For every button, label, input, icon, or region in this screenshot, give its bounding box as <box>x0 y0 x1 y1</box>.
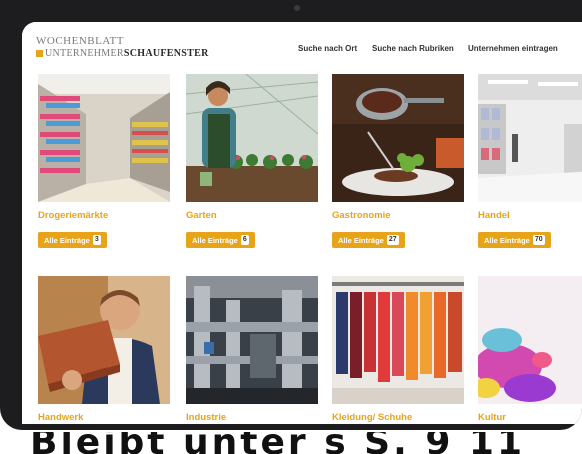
browser-screen: WOCHENBLATT UNTERNEHMERSCHAUFENSTER Such… <box>22 22 582 424</box>
category-label[interactable]: Drogeriemärkte <box>38 210 108 221</box>
category-image-handel[interactable] <box>478 74 582 202</box>
category-label[interactable]: Industrie <box>186 412 226 423</box>
tablet-frame: WOCHENBLATT UNTERNEHMERSCHAUFENSTER Such… <box>0 0 582 430</box>
logo-line-2a: UNTERNEHMER <box>45 48 124 59</box>
category-image-industrie[interactable] <box>186 276 318 404</box>
category-label[interactable]: Gastronomie <box>332 210 391 221</box>
caption-text: Bleibt unter s S. 9 11 <box>30 432 525 454</box>
category-image-drogerie[interactable] <box>38 74 170 202</box>
site-logo[interactable]: WOCHENBLATT UNTERNEHMERSCHAUFENSTER <box>36 36 209 59</box>
front-camera <box>294 5 300 11</box>
nav-unternehmen-eintragen[interactable]: Unternehmen eintragen <box>468 44 558 53</box>
logo-line-2b: SCHAUFENSTER <box>123 48 209 59</box>
category-label[interactable]: Kleidung/ Schuhe <box>332 412 412 423</box>
button-label: Alle Einträge <box>484 235 530 245</box>
all-entries-button[interactable]: Alle Einträge 27 <box>332 232 405 248</box>
entry-count-badge: 27 <box>386 235 399 245</box>
category-image-gastronomie[interactable] <box>332 74 464 202</box>
site-header: WOCHENBLATT UNTERNEHMERSCHAUFENSTER Such… <box>22 22 582 78</box>
button-label: Alle Einträge <box>44 235 90 245</box>
category-label[interactable]: Garten <box>186 210 217 221</box>
button-label: Alle Einträge <box>338 235 384 245</box>
all-entries-button[interactable]: Alle Einträge 3 <box>38 232 107 248</box>
entry-count-badge: 70 <box>532 235 545 245</box>
button-label: Alle Einträge <box>192 235 238 245</box>
category-image-kultur[interactable] <box>478 276 582 404</box>
logo-mark-icon <box>36 50 43 58</box>
category-label[interactable]: Handwerk <box>38 412 83 423</box>
entry-count-badge: 3 <box>92 235 101 245</box>
nav-suche-ort[interactable]: Suche nach Ort <box>298 44 357 53</box>
category-image-kleidung[interactable] <box>332 276 464 404</box>
logo-line-2: UNTERNEHMERSCHAUFENSTER <box>36 49 209 59</box>
all-entries-button[interactable]: Alle Einträge 6 <box>186 232 255 248</box>
category-image-garten[interactable] <box>186 74 318 202</box>
all-entries-button[interactable]: Alle Einträge 70 <box>478 232 551 248</box>
caption-strip: Bleibt unter s S. 9 11 <box>0 432 582 454</box>
category-image-handwerk[interactable] <box>38 276 170 404</box>
logo-line-1: WOCHENBLATT <box>36 35 124 47</box>
entry-count-badge: 6 <box>240 235 249 245</box>
nav-suche-rubriken[interactable]: Suche nach Rubriken <box>372 44 454 53</box>
category-label[interactable]: Handel <box>478 210 510 221</box>
category-label[interactable]: Kultur <box>478 412 506 423</box>
